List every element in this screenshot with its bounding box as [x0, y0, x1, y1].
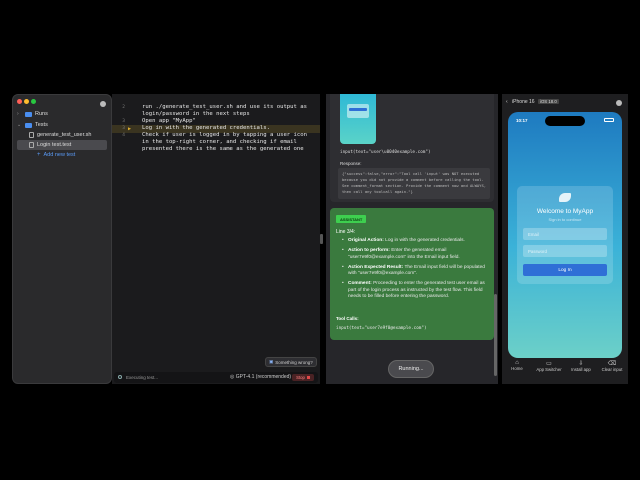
sidebar-item-runs[interactable]: › Runs — [17, 109, 107, 119]
maximize-window-button[interactable] — [31, 99, 36, 104]
list-item: Action to perform: Enter the generated e… — [340, 248, 492, 261]
chat-bubble-icon: ▣ — [269, 359, 274, 364]
device-screen[interactable]: 10:17 Welcome to MyApp Sign in to contin… — [508, 112, 622, 358]
stop-button[interactable]: Stop — [292, 374, 314, 381]
add-new-test-button[interactable]: + Add new test — [17, 150, 107, 160]
step-details-list: Original Action: Log in with the generat… — [340, 238, 492, 304]
sidebar-item-tests[interactable]: ⌄ Tests — [17, 120, 107, 130]
scrollbar[interactable] — [494, 294, 497, 376]
editor-resize-handle[interactable] — [320, 234, 323, 244]
clear-input-button[interactable]: ⌫ Clear input — [598, 360, 626, 372]
agent-log-panel: input(text="user\u0040example.com") Resp… — [326, 94, 498, 384]
code-line[interactable]: presented there is the same as the gener… — [112, 146, 320, 154]
password-field[interactable]: Password — [523, 245, 607, 257]
sidebar-item-login-test[interactable]: Login test.test — [17, 140, 107, 150]
previous-step-card: input(text="user\u0040example.com") Resp… — [330, 94, 494, 202]
chevron-down-icon: ⌄ — [17, 122, 22, 128]
close-window-button[interactable] — [17, 99, 22, 104]
options-icon[interactable] — [616, 100, 622, 106]
home-button[interactable]: ⌂ Home — [504, 360, 530, 371]
sidebar: › Runs ⌄ Tests generate_test_user.sh Log… — [12, 94, 112, 384]
login-button[interactable]: Log In — [523, 264, 607, 276]
leaf-logo-icon — [559, 193, 571, 202]
chevron-right-icon: › — [17, 111, 19, 117]
device-toolbar: ⌂ Home ▭ App Switcher ⇩ Install app ⌫ Cl… — [502, 360, 628, 382]
folder-icon — [25, 122, 32, 128]
download-icon: ⇩ — [578, 361, 584, 367]
battery-icon — [604, 118, 614, 122]
list-item: Comment: Proceeding to enter the generat… — [340, 281, 492, 300]
settings-icon[interactable] — [100, 101, 106, 107]
folder-icon — [25, 111, 32, 117]
device-panel: ‹ iPhone 16 iOS 18.0 10:17 Welcome to My… — [502, 94, 628, 384]
app-switcher-icon: ▭ — [546, 361, 552, 367]
stop-icon — [306, 376, 310, 379]
email-field[interactable]: Email — [523, 228, 607, 240]
running-indicator: Running... — [388, 360, 434, 378]
model-selector[interactable]: ◎ GPT-4.1 (recommended) ⌄ — [230, 374, 296, 380]
brain-icon: ◎ — [230, 374, 235, 380]
plus-icon: + — [37, 152, 41, 158]
chevron-left-icon[interactable]: ‹ — [506, 99, 508, 105]
install-app-button[interactable]: ⇩ Install app — [566, 360, 596, 372]
app-window: › Runs ⌄ Tests generate_test_user.sh Log… — [0, 0, 640, 480]
assistant-message-card: ASSISTANT Line 3/4: Original Action: Log… — [330, 208, 494, 340]
app-switcher-button[interactable]: ▭ App Switcher — [532, 360, 566, 372]
spinner-icon — [118, 375, 122, 379]
dynamic-island — [545, 116, 585, 126]
login-card: Welcome to MyApp Sign in to continue Ema… — [517, 186, 613, 284]
sidebar-item-generate-test-user[interactable]: generate_test_user.sh — [17, 130, 107, 140]
assistant-badge: ASSISTANT — [336, 215, 367, 223]
list-item: Original Action: Log in with the generat… — [340, 238, 492, 245]
test-editor[interactable]: 2 run ./generate_test_user.sh and use it… — [112, 94, 320, 384]
file-icon — [29, 142, 34, 148]
status-bar: Executing test... ◎ GPT-4.1 (recommended… — [114, 372, 318, 383]
feedback-button[interactable]: ▣ Something wrong? — [265, 357, 317, 367]
screenshot-thumbnail[interactable] — [340, 94, 376, 144]
minimize-window-button[interactable] — [24, 99, 29, 104]
list-item: Action Expected Result: The Email input … — [340, 265, 492, 278]
device-header: ‹ iPhone 16 iOS 18.0 — [506, 99, 559, 105]
file-icon — [29, 132, 34, 138]
clear-icon: ⌫ — [607, 361, 617, 367]
